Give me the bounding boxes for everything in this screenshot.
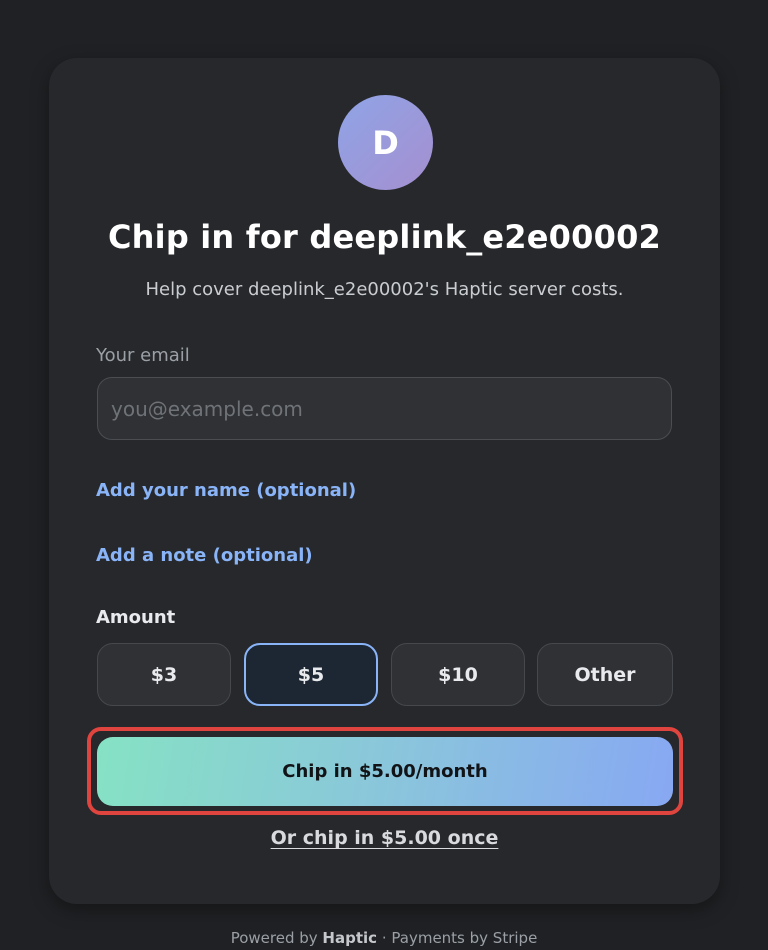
email-label: Your email	[96, 345, 190, 366]
footer: Powered by Haptic · Payments by Stripe	[0, 929, 768, 947]
footer-separator: ·	[381, 929, 387, 947]
avatar-initial: D	[372, 123, 399, 162]
footer-brand-haptic[interactable]: Haptic	[322, 929, 377, 947]
creator-avatar: D	[338, 95, 433, 190]
chip-in-monthly-label: Chip in $5.00/month	[282, 761, 488, 782]
email-input[interactable]	[97, 377, 672, 440]
chip-in-once-link[interactable]: Or chip in $5.00 once	[49, 827, 720, 849]
footer-powered-by: Powered by	[230, 929, 318, 947]
page-title: Chip in for deeplink_e2e00002	[107, 218, 662, 256]
amount-option-3[interactable]: $3	[97, 643, 231, 706]
add-note-link[interactable]: Add a note (optional)	[96, 545, 313, 566]
amount-option-10[interactable]: $10	[391, 643, 525, 706]
footer-payments-stripe[interactable]: Payments by Stripe	[391, 929, 537, 947]
amount-label: Amount	[96, 607, 176, 628]
add-name-link[interactable]: Add your name (optional)	[96, 480, 356, 501]
amount-option-other[interactable]: Other	[537, 643, 673, 706]
amount-option-5[interactable]: $5	[244, 643, 378, 706]
chip-in-card: D Chip in for deeplink_e2e00002 Help cov…	[49, 58, 720, 904]
page-subtitle: Help cover deeplink_e2e00002's Haptic se…	[145, 279, 624, 300]
chip-in-monthly-button[interactable]: Chip in $5.00/month	[97, 737, 673, 806]
